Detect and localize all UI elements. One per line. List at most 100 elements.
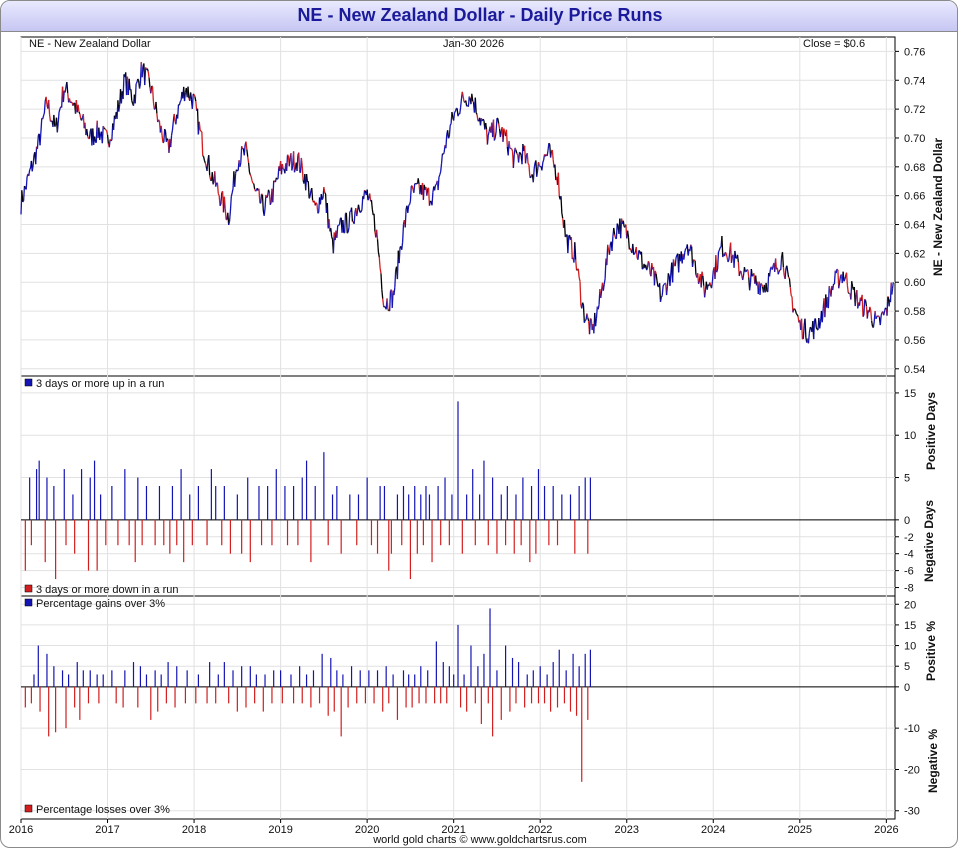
price-segment	[307, 181, 310, 199]
price-segment	[386, 298, 389, 310]
price-segment	[32, 154, 35, 166]
price-segment	[435, 183, 437, 186]
price-segment	[475, 112, 478, 115]
price-segment	[80, 117, 84, 121]
price-segment	[554, 164, 557, 181]
price-segment	[247, 162, 251, 173]
price-segment	[629, 248, 632, 251]
price-segment	[203, 160, 206, 164]
price-segment	[684, 248, 687, 253]
price-segment	[633, 251, 636, 255]
price-segment	[429, 200, 432, 203]
price-segment	[768, 269, 772, 277]
price-segment	[176, 104, 180, 119]
price-segment	[747, 269, 750, 278]
price-segment	[844, 276, 847, 280]
legend-loss-swatch	[24, 804, 33, 813]
price-segment	[449, 123, 452, 126]
price-segment	[382, 298, 385, 307]
price-ytick-label: 0.74	[904, 75, 925, 87]
price-segment	[171, 121, 174, 131]
price-segment	[669, 272, 672, 286]
price-segment	[350, 207, 354, 222]
price-segment	[21, 190, 24, 203]
price-segment	[546, 150, 549, 157]
price-segment	[671, 259, 675, 283]
price-segment	[594, 318, 598, 327]
days-ytick-label: 5	[904, 473, 910, 485]
price-segment	[135, 81, 138, 85]
price-segment	[482, 118, 485, 121]
price-segment	[179, 99, 182, 103]
price-segment	[838, 276, 842, 283]
price-segment	[667, 273, 670, 277]
price-segment	[864, 298, 867, 301]
price-segment	[517, 152, 521, 163]
price-segment	[39, 131, 42, 146]
price-segment	[854, 294, 857, 307]
price-segment	[147, 71, 150, 78]
price-segment	[794, 308, 797, 311]
price-segment	[201, 131, 204, 156]
price-segment	[220, 192, 223, 205]
price-segment	[515, 150, 518, 154]
price-segment	[433, 184, 437, 191]
legend-up-label: 3 days or more up in a run	[36, 378, 164, 390]
days-ytick-label: -4	[904, 549, 914, 561]
price-segment	[155, 101, 158, 114]
price-segment	[163, 129, 166, 143]
price-segment	[471, 93, 474, 102]
price-segment	[674, 257, 677, 267]
price-segment	[547, 143, 550, 151]
price-segment	[728, 252, 731, 260]
price-segment	[128, 78, 131, 91]
price-segment	[765, 282, 768, 292]
price-segment	[305, 173, 309, 183]
price-segment	[170, 130, 174, 136]
price-segment	[721, 235, 724, 258]
price-segment	[886, 296, 889, 316]
price-segment	[261, 193, 263, 196]
price-segment	[832, 283, 835, 291]
info-right: Close = $0.6	[803, 38, 865, 50]
price-segment	[202, 156, 206, 161]
price-segment	[759, 283, 762, 295]
price-segment	[567, 235, 570, 254]
price-segment	[217, 193, 220, 196]
price-segment	[498, 123, 501, 129]
price-segment	[499, 131, 502, 138]
price-segment	[219, 203, 222, 207]
pct-ytick-label: -20	[904, 764, 920, 776]
price-segment	[79, 113, 82, 119]
price-segment	[615, 223, 618, 239]
price-segment	[234, 173, 237, 187]
price-segment	[447, 136, 450, 139]
price-segment	[655, 273, 658, 281]
price-segment	[472, 100, 475, 103]
price-segment	[263, 208, 266, 216]
price-segment	[428, 200, 431, 206]
price-segment	[266, 195, 269, 199]
price-segment	[88, 131, 91, 139]
price-segment	[40, 118, 43, 132]
positive-days-label: Positive Days	[924, 392, 938, 470]
price-segment	[401, 224, 405, 243]
price-segment	[407, 205, 410, 213]
price-segment	[774, 258, 778, 270]
credit-line: world gold charts © www.goldchartsrus.co…	[373, 834, 587, 846]
price-segment	[661, 286, 664, 296]
price-segment	[393, 287, 396, 296]
price-ylabel: NE - New Zealand Dollar	[931, 138, 945, 276]
price-segment	[578, 277, 581, 282]
positive-pct-label: Positive %	[924, 621, 938, 681]
price-segment	[549, 151, 553, 158]
price-segment	[843, 279, 846, 282]
price-segment	[206, 160, 209, 171]
price-segment	[557, 172, 560, 197]
price-segment	[272, 180, 275, 203]
price-segment	[376, 239, 380, 252]
price-segment	[516, 153, 519, 156]
price-segment	[442, 152, 445, 155]
price-segment	[166, 138, 169, 141]
price-segment	[814, 318, 817, 328]
